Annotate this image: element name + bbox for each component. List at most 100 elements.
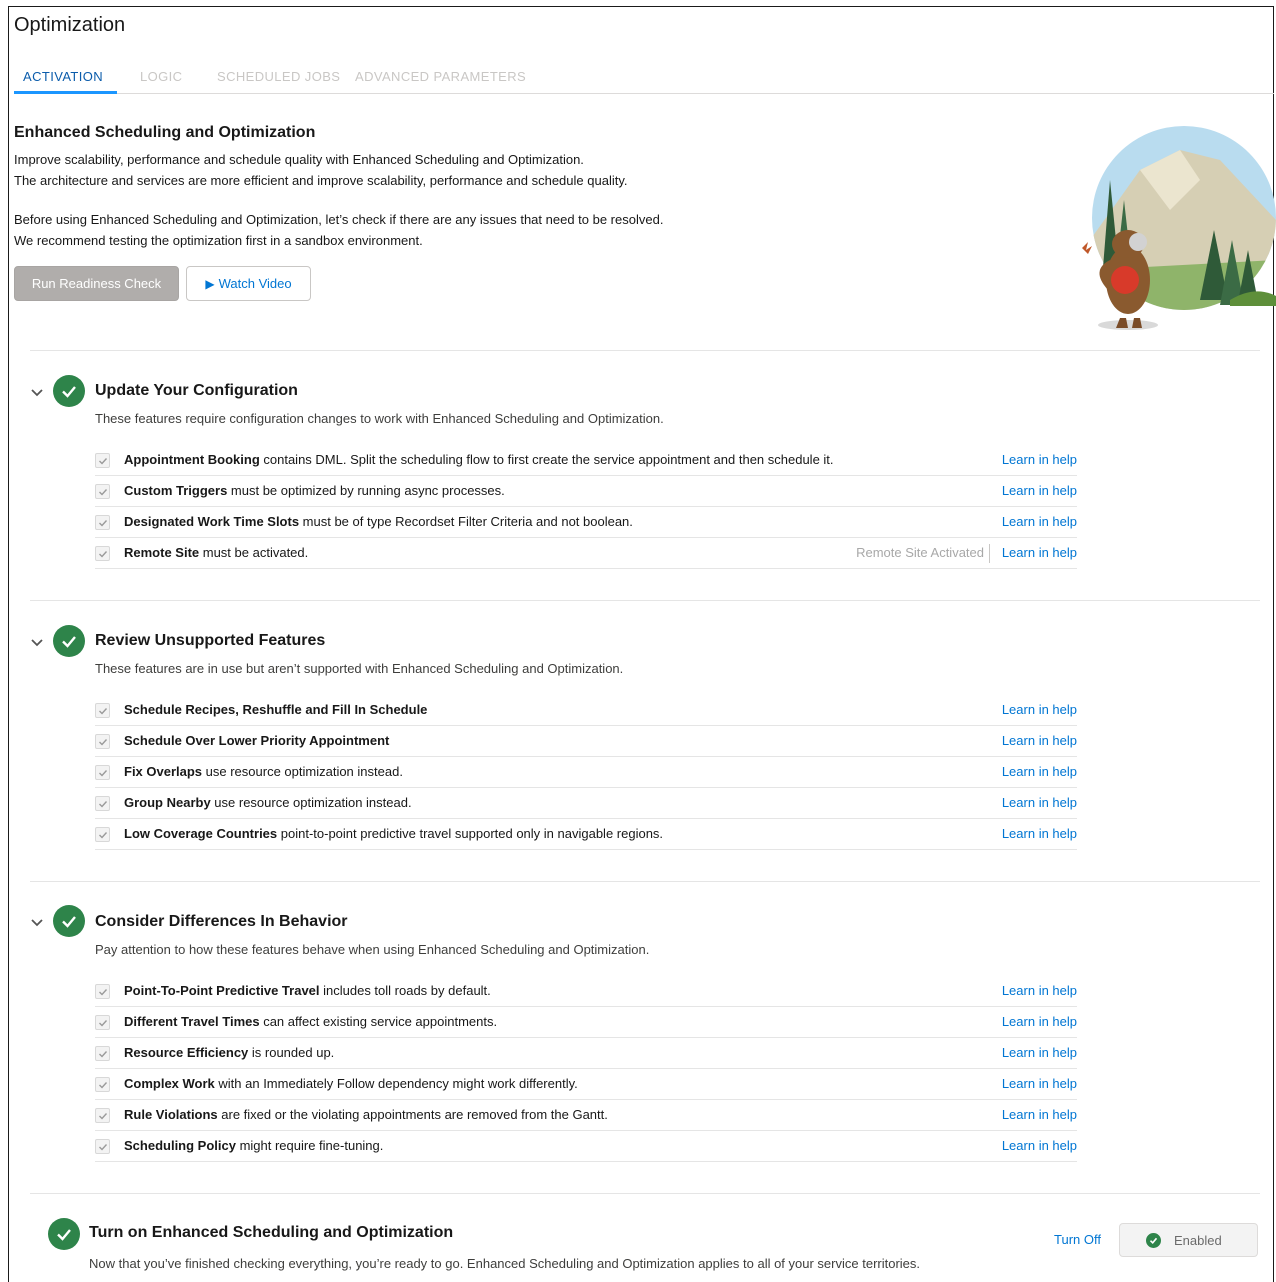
feature-name: Appointment Booking <box>124 452 260 467</box>
final-section-subtitle: Now that you’ve finished checking everyt… <box>89 1256 921 1271</box>
learn-in-help-link[interactable]: Learn in help <box>1002 795 1077 810</box>
learn-in-help-link[interactable]: Learn in help <box>1002 826 1077 841</box>
feature-description: is rounded up. <box>248 1045 335 1060</box>
final-section-title: Turn on Enhanced Scheduling and Optimiza… <box>89 1224 454 1241</box>
learn-in-help-link[interactable]: Learn in help <box>1002 1045 1077 1060</box>
success-check-icon <box>53 905 85 937</box>
tab-advanced-parameters[interactable]: ADVANCED PARAMETERS <box>355 69 526 84</box>
feature-description: contains DML. Split the scheduling flow … <box>259 452 834 467</box>
play-icon: ▶ <box>205 276 215 291</box>
learn-in-help-link[interactable]: Learn in help <box>1002 1107 1077 1122</box>
checklist-row: Fix Overlaps use resource optimization i… <box>95 757 1077 788</box>
success-check-icon <box>53 625 85 657</box>
intro-text: The architecture and services are more e… <box>14 173 628 188</box>
feature-description: must be optimized by running async proce… <box>227 483 505 498</box>
learn-in-help-link[interactable]: Learn in help <box>1002 1014 1077 1029</box>
feature-name: Different Travel Times <box>124 1014 260 1029</box>
intro-text: Improve scalability, performance and sch… <box>14 152 584 167</box>
section-subtitle: These features are in use but aren’t sup… <box>95 661 624 676</box>
row-text: Point-To-Point Predictive Travel include… <box>124 983 491 998</box>
checkbox[interactable] <box>95 515 110 530</box>
row-text: Different Travel Times can affect existi… <box>124 1014 497 1029</box>
checklist-row: Schedule Recipes, Reshuffle and Fill In … <box>95 695 1077 726</box>
checkbox[interactable] <box>95 1077 110 1092</box>
checklist-row: Low Coverage Countries point-to-point pr… <box>95 819 1077 850</box>
row-text: Group Nearby use resource optimization i… <box>124 795 412 810</box>
chevron-down-icon[interactable] <box>30 916 44 930</box>
learn-in-help-link[interactable]: Learn in help <box>1002 545 1077 560</box>
row-text: Remote Site must be activated. <box>124 545 308 560</box>
chevron-down-icon[interactable] <box>30 636 44 650</box>
feature-name: Resource Efficiency <box>124 1045 249 1060</box>
success-check-icon <box>48 1218 80 1250</box>
page-title: Optimization <box>14 14 126 36</box>
checkbox[interactable] <box>95 1015 110 1030</box>
checklist-row: Group Nearby use resource optimization i… <box>95 788 1077 819</box>
learn-in-help-link[interactable]: Learn in help <box>1002 1138 1077 1153</box>
section-divider <box>30 1193 1260 1194</box>
feature-description: use resource optimization instead. <box>210 795 412 810</box>
checkbox[interactable] <box>95 827 110 842</box>
watch-video-button[interactable]: ▶ Watch Video <box>186 266 311 301</box>
row-text: Fix Overlaps use resource optimization i… <box>124 764 403 779</box>
section-title: Update Your Configuration <box>95 382 298 399</box>
learn-in-help-link[interactable]: Learn in help <box>1002 764 1077 779</box>
checkbox[interactable] <box>95 796 110 811</box>
feature-description: use resource optimization instead. <box>202 764 403 779</box>
watch-video-label: Watch Video <box>218 276 292 291</box>
run-readiness-check-button[interactable]: Run Readiness Check <box>14 266 179 301</box>
checklist-row: Appointment Booking contains DML. Split … <box>95 445 1077 476</box>
learn-in-help-link[interactable]: Learn in help <box>1002 483 1077 498</box>
tab-scheduled-jobs[interactable]: SCHEDULED JOBS <box>217 69 340 84</box>
section-title: Review Unsupported Features <box>95 632 326 649</box>
remote-site-status: Remote Site Activated <box>856 545 984 560</box>
checkbox[interactable] <box>95 546 110 561</box>
feature-name: Complex Work <box>124 1076 215 1091</box>
active-tab-indicator <box>14 91 117 94</box>
tab-bar: ACTIVATION LOGIC SCHEDULED JOBS ADVANCED… <box>14 66 1274 94</box>
learn-in-help-link[interactable]: Learn in help <box>1002 514 1077 529</box>
checklist-row: Rule Violations are fixed or the violati… <box>95 1100 1077 1131</box>
chevron-down-icon[interactable] <box>30 386 44 400</box>
checkbox[interactable] <box>95 1139 110 1154</box>
learn-in-help-link[interactable]: Learn in help <box>1002 1076 1077 1091</box>
feature-description: are fixed or the violating appointments … <box>217 1107 608 1122</box>
checklist-row: Remote Site must be activated. Remote Si… <box>95 538 1077 569</box>
row-text: Scheduling Policy might require fine-tun… <box>124 1138 383 1153</box>
turn-off-link[interactable]: Turn Off <box>1054 1232 1101 1247</box>
row-text: Schedule Over Lower Priority Appointment <box>124 733 389 748</box>
checklist-row: Different Travel Times can affect existi… <box>95 1007 1077 1038</box>
checkbox[interactable] <box>95 765 110 780</box>
section-divider <box>30 350 1260 351</box>
feature-name: Fix Overlaps <box>124 764 203 779</box>
row-text: Resource Efficiency is rounded up. <box>124 1045 334 1060</box>
checkbox[interactable] <box>95 1046 110 1061</box>
tab-logic[interactable]: LOGIC <box>140 69 182 84</box>
checkbox[interactable] <box>95 484 110 499</box>
run-readiness-check-label: Run Readiness Check <box>31 276 162 291</box>
checklist-row: Complex Work with an Immediately Follow … <box>95 1069 1077 1100</box>
row-text: Low Coverage Countries point-to-point pr… <box>124 826 663 841</box>
learn-in-help-link[interactable]: Learn in help <box>1002 733 1077 748</box>
section-divider <box>30 881 1260 882</box>
section-divider <box>30 600 1260 601</box>
checklist-row: Custom Triggers must be optimized by run… <box>95 476 1077 507</box>
feature-name: Group Nearby <box>124 795 211 810</box>
feature-description: with an Immediately Follow dependency mi… <box>214 1076 578 1091</box>
checkbox[interactable] <box>95 734 110 749</box>
checkbox[interactable] <box>95 703 110 718</box>
enabled-status-badge: Enabled <box>1119 1223 1258 1257</box>
checkbox[interactable] <box>95 984 110 999</box>
learn-in-help-link[interactable]: Learn in help <box>1002 983 1077 998</box>
feature-name: Schedule Recipes, Reshuffle and Fill In … <box>124 702 428 717</box>
feature-name: Scheduling Policy <box>124 1138 236 1153</box>
learn-in-help-link[interactable]: Learn in help <box>1002 452 1077 467</box>
feature-description: includes toll roads by default. <box>319 983 491 998</box>
learn-in-help-link[interactable]: Learn in help <box>1002 702 1077 717</box>
checkbox[interactable] <box>95 1108 110 1123</box>
checklist-row: Scheduling Policy might require fine-tun… <box>95 1131 1077 1162</box>
checkbox[interactable] <box>95 453 110 468</box>
feature-description: point-to-point predictive travel support… <box>277 826 664 841</box>
checklist-row: Designated Work Time Slots must be of ty… <box>95 507 1077 538</box>
tab-activation[interactable]: ACTIVATION <box>23 69 103 84</box>
